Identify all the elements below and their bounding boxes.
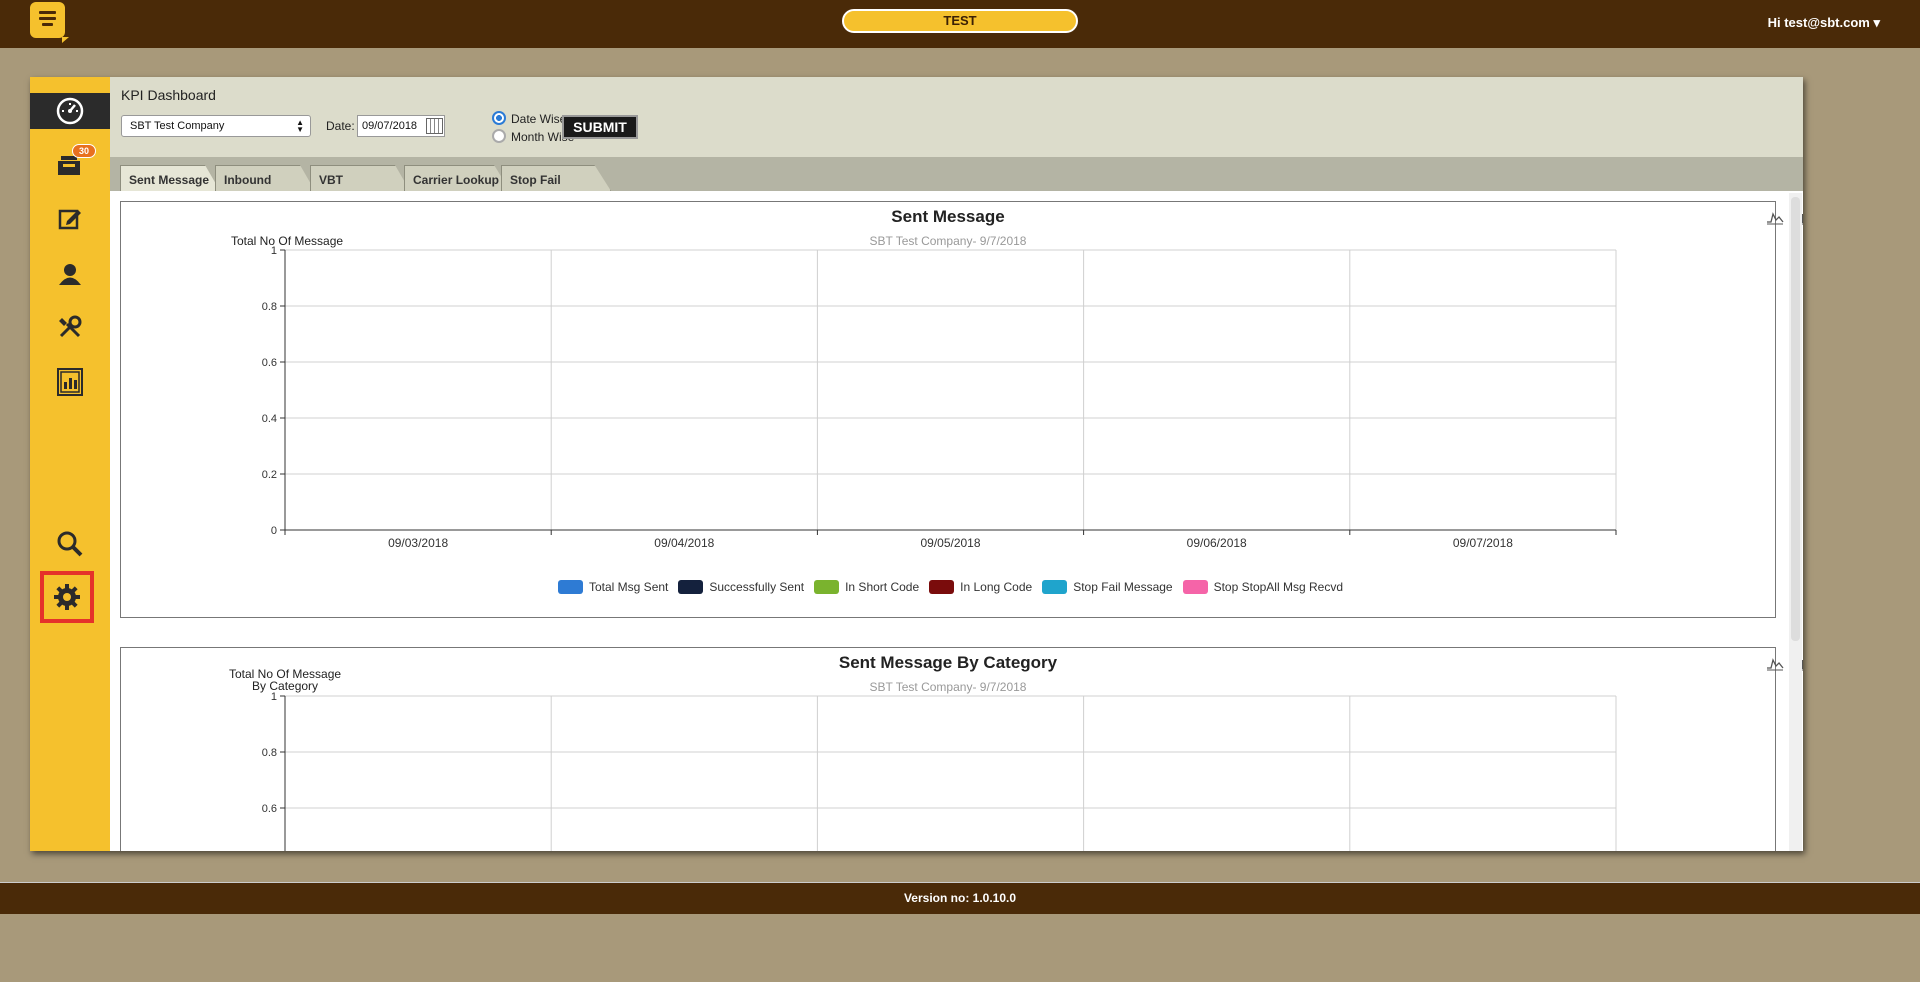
- sidebar-item-inbox[interactable]: 30: [30, 143, 110, 187]
- y-tick-label: 0.8: [262, 301, 277, 313]
- legend-stop-stopall[interactable]: Stop StopAll Msg Recvd: [1182, 580, 1343, 594]
- select-arrows-icon: ▲ ▼: [296, 118, 304, 134]
- legend-in-short-code[interactable]: In Short Code: [814, 580, 919, 594]
- dashboard-gauge-icon: [56, 97, 84, 125]
- legend-label: Stop Fail Message: [1073, 580, 1173, 594]
- app-logo-icon[interactable]: [30, 2, 69, 43]
- sent-message-by-category-chart: Sent Message By Category SBT Test Compan…: [120, 647, 1803, 851]
- content-area: KPI Dashboard SBT Test Company ▲ ▼ Date: …: [110, 77, 1803, 851]
- legend-label: In Long Code: [960, 580, 1033, 594]
- sent-message-by-category-plot: 0.6 0.8 1: [262, 691, 1617, 851]
- sidebar-item-search[interactable]: [30, 522, 110, 566]
- sidebar-item-contacts[interactable]: [30, 252, 110, 296]
- x-tick-label: 09/07/2018: [1453, 536, 1513, 550]
- company-select-value: SBT Test Company: [130, 120, 225, 132]
- line-chart-icon[interactable]: [1766, 654, 1784, 672]
- sidebar-item-compose[interactable]: [30, 197, 110, 241]
- y-tick-label: 0.6: [262, 803, 277, 815]
- tab-content: Sent Message SBT Test Company- 9/7/2018 …: [110, 191, 1803, 851]
- contacts-icon: [59, 264, 81, 285]
- x-tick-label: 09/06/2018: [1187, 536, 1247, 550]
- filter-bar: KPI Dashboard SBT Test Company ▲ ▼ Date: …: [110, 77, 1803, 157]
- tab-bar: Sent Message Inbound VBT Carrier Lookup …: [110, 157, 1803, 191]
- y-tick-label: 1: [271, 691, 277, 703]
- x-tick-label: 09/05/2018: [920, 536, 980, 550]
- legend-stop-fail-message[interactable]: Stop Fail Message: [1042, 580, 1173, 594]
- legend-label: Stop StopAll Msg Recvd: [1213, 580, 1343, 594]
- chart-title: Sent Message: [891, 207, 1005, 226]
- y-tick-label: 0.8: [262, 747, 277, 759]
- line-chart-icon[interactable]: [1766, 208, 1784, 226]
- legend-successfully-sent[interactable]: Successfully Sent: [678, 580, 804, 594]
- y-tick-label: 0.4: [262, 413, 277, 425]
- sent-message-chart: Sent Message SBT Test Company- 9/7/2018 …: [120, 201, 1803, 618]
- tab-sent-message[interactable]: Sent Message: [120, 165, 220, 191]
- legend-total-msg-sent[interactable]: Total Msg Sent: [558, 580, 668, 594]
- top-bar: TEST Hi test@sbt.com ▾: [0, 0, 1920, 48]
- legend-swatch: [558, 580, 583, 594]
- y-tick-label: 0.2: [262, 469, 277, 481]
- tab-inbound[interactable]: Inbound: [215, 165, 315, 191]
- gear-icon: [54, 584, 80, 610]
- sidebar-item-dashboard[interactable]: [30, 93, 110, 129]
- y-tick-label: 1: [271, 245, 277, 257]
- legend-swatch: [1182, 580, 1208, 594]
- date-label: Date:: [326, 119, 355, 133]
- tools-icon: [59, 315, 82, 338]
- x-tick-label: 09/03/2018: [388, 536, 448, 550]
- chart-title: Sent Message By Category: [838, 653, 1058, 672]
- sidebar-item-reports[interactable]: [30, 360, 110, 404]
- legend-in-long-code[interactable]: In Long Code: [929, 580, 1032, 594]
- inbox-count-badge: 30: [72, 144, 97, 158]
- scrollbar-thumb[interactable]: [1791, 197, 1800, 641]
- tab-carrier-lookup[interactable]: Carrier Lookup: [404, 165, 510, 191]
- date-wise-label: Date Wise: [511, 112, 567, 126]
- legend-swatch: [1042, 580, 1068, 594]
- submit-button[interactable]: SUBMIT: [562, 115, 638, 139]
- x-tick-label: 09/04/2018: [654, 536, 714, 550]
- compose-icon: [58, 209, 81, 230]
- reports-icon: [57, 368, 83, 396]
- user-menu[interactable]: Hi test@sbt.com ▾: [1768, 15, 1880, 31]
- chart-legend: Total Msg Sent Successfully Sent In Shor…: [558, 580, 1343, 594]
- legend-label: Total Msg Sent: [589, 580, 669, 594]
- sidebar-item-settings[interactable]: [40, 571, 94, 623]
- search-icon: [57, 531, 83, 557]
- sidebar-item-tools[interactable]: [30, 305, 110, 349]
- legend-label: In Short Code: [845, 580, 920, 594]
- y-tick-label: 0.6: [262, 357, 277, 369]
- date-wise-radio[interactable]: [492, 111, 506, 125]
- main-panel: 30 KPI Dashboard SBT Test Company ▲▼ Da: [30, 77, 1803, 851]
- tab-vbt[interactable]: VBT: [310, 165, 410, 191]
- legend-swatch: [678, 580, 704, 594]
- month-wise-radio[interactable]: [492, 129, 506, 143]
- legend-label: Successfully Sent: [709, 580, 805, 594]
- calendar-icon[interactable]: [426, 118, 443, 134]
- environment-badge: TEST: [842, 9, 1078, 33]
- tab-stop-fail[interactable]: Stop Fail: [501, 165, 611, 191]
- footer-version: Version no: 1.0.10.0: [0, 882, 1920, 914]
- sidebar: 30: [30, 77, 110, 851]
- page-title: KPI Dashboard: [121, 87, 216, 103]
- sent-message-plot: 0 0.2 0.4 0.6 0.8 1 09/03/2018 09/04/2018 09/05/…: [262, 245, 1617, 550]
- y-tick-label: 0: [271, 525, 277, 537]
- company-select[interactable]: SBT Test Company ▲ ▼: [121, 115, 311, 137]
- legend-swatch: [929, 580, 955, 594]
- legend-swatch: [814, 580, 840, 594]
